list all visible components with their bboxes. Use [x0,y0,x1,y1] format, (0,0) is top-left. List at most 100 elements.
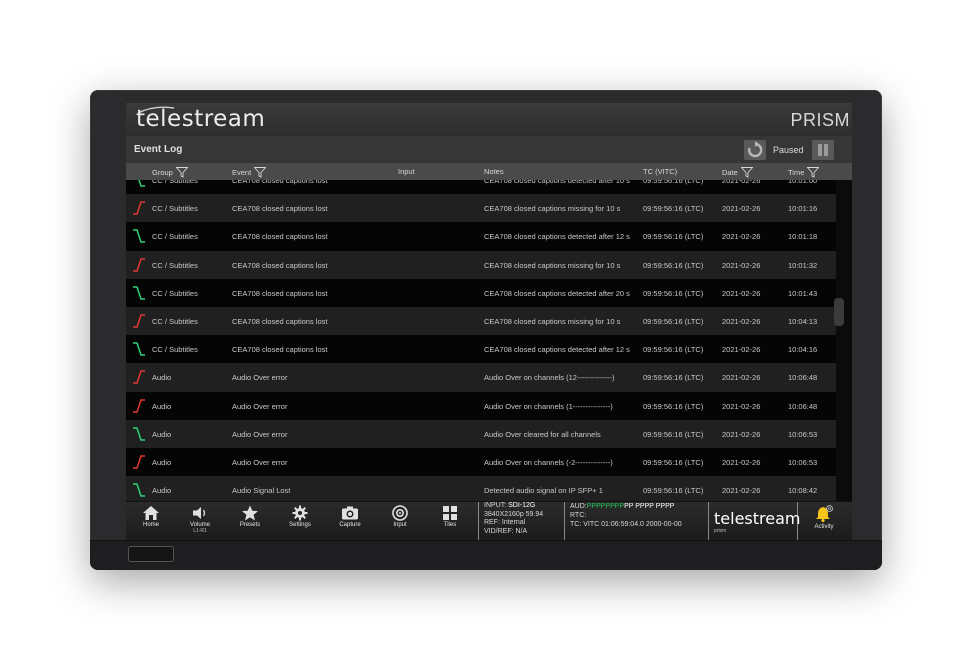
camera-icon [342,506,358,520]
event-cleared-icon [133,427,145,441]
audio-channels: PP PPPP PPPP [624,503,675,510]
volume-button[interactable]: Volume L1-R1 [178,505,222,541]
cell-date: 2021-02-26 [722,458,761,467]
cell-tc: 09:59:56:16 (LTC) [643,486,704,496]
cell-event: Audio Over error [232,429,288,439]
pause-icon [818,144,822,156]
table-row[interactable]: CC / Subtitles CEA708 closed captions los… [126,307,836,336]
refresh-button[interactable] [744,140,766,160]
table-row[interactable]: CC / Subtitles CEA708 closed captions los… [126,278,836,307]
home-button[interactable]: Home [129,505,173,541]
cell-group: CC / Subtitles [152,288,198,298]
capture-button[interactable]: Capture [328,505,372,541]
star-icon [242,505,258,521]
table-row[interactable]: CC / Subtitles CEA708 closed captions los… [126,180,836,195]
cell-time: 10:08:42 [788,486,818,496]
cell-time: 10:06:48 [788,373,818,383]
table-row[interactable]: Audio Audio Over error Audio Over cleared … [126,419,836,448]
column-event[interactable]: Event [232,167,267,178]
video-format: 3840X2160p 59.94 [484,510,544,518]
audio-tc-status-panel[interactable]: AUD:PPPPPPPPPP PPPP PPPP RTC: TC: VITC 0… [564,502,708,541]
event-raised-icon [133,257,145,272]
cell-event: Audio Over error [232,401,288,411]
gear-icon [292,505,308,521]
cell-notes: CEA708 closed captions detected after 12… [484,232,630,242]
cell-time: 10:06:48 [788,401,818,411]
cell-time: 10:01:00 [788,180,818,185]
cell-tc: 09:59:56:16 (LTC) [643,288,704,298]
bell-icon: 0 [816,505,833,523]
cell-event: CEA708 closed captions lost [232,204,328,214]
filter-icon[interactable] [253,167,267,178]
filter-icon[interactable] [175,167,189,178]
prism-device-frame: telestream PRISM Event Log Paused Group … [90,90,882,570]
cell-tc: 09:59:56:16 (LTC) [643,180,704,185]
cell-date: 2021-02-26 [722,232,761,242]
column-tc[interactable]: TC (VITC) [643,167,677,176]
filter-icon[interactable] [806,167,820,178]
speaker-icon [193,507,206,519]
cell-notes: Audio Over on channels (1---------------… [484,401,613,411]
cell-notes: CEA708 closed captions missing for 10 s [484,204,621,214]
column-date[interactable]: Date [722,167,754,178]
filter-icon[interactable] [740,167,754,178]
input-status-panel[interactable]: INPUT: SDI-12G 3840X2160p 59.94 REF: Int… [478,502,564,541]
event-raised-icon [133,314,145,328]
cell-date: 2021-02-26 [722,317,761,326]
cell-time: 10:06:53 [788,429,818,439]
input-button[interactable]: Input [378,505,422,541]
table-row[interactable]: CC / Subtitles CEA708 closed captions los… [126,194,836,223]
scrollbar-thumb[interactable] [834,298,844,326]
cell-time: 10:04:16 [788,345,818,355]
cell-tc: 09:59:56:16 (LTC) [643,260,704,270]
tiles-icon [443,506,457,520]
cell-event: CEA708 closed captions lost [232,180,328,185]
settings-button[interactable]: Settings [278,505,322,541]
column-input[interactable]: Input [398,167,415,176]
table-row[interactable]: Audio Audio Over error Audio Over on chann… [126,448,836,477]
telestream-logo: telestream prism [708,502,800,541]
table-row[interactable]: Audio Audio Over error Audio Over on chann… [126,391,836,420]
cell-time: 10:01:18 [788,232,818,242]
cell-date: 2021-02-26 [722,373,761,383]
table-row[interactable]: CC / Subtitles CEA708 closed captions los… [126,335,836,364]
tiles-button[interactable]: Tiles [428,505,472,541]
table-row[interactable]: Audio Audio Signal Lost Detected audio sig… [126,476,836,501]
device-power-button[interactable] [128,546,174,562]
table-row[interactable]: CC / Subtitles CEA708 closed captions los… [126,250,836,279]
cell-time: 10:04:13 [788,317,818,326]
table-row[interactable]: CC / Subtitles CEA708 closed captions los… [126,222,836,251]
vidref-status: VID/REF: N/A [484,527,528,535]
column-group[interactable]: Group [152,167,189,178]
cell-notes: Audio Over on channels (12--------------… [484,373,615,383]
event-cleared-icon [138,180,145,187]
event-cleared-icon [133,483,145,497]
product-name: PRISM [790,110,850,130]
activity-button[interactable]: 0 Activity [802,505,846,541]
cell-notes: CEA708 closed captions detected after 10… [484,180,630,185]
column-notes[interactable]: Notes [484,167,504,176]
cell-event: CEA708 closed captions lost [232,232,328,242]
input-source: SDI-12G [508,502,536,509]
pause-button[interactable] [812,140,834,160]
top-header: telestream PRISM [126,103,852,136]
cell-event: CEA708 closed captions lost [232,288,328,298]
table-row[interactable]: Audio Audio Over error Audio Over on chann… [126,363,836,392]
cell-group: CC / Subtitles [152,232,198,242]
cell-date: 2021-02-26 [722,288,761,298]
presets-button[interactable]: Presets [228,505,272,541]
cell-event: CEA708 closed captions lost [232,345,328,355]
cell-group: Audio [152,486,172,496]
cell-notes: Detected audio signal on IP SFP+ 1 [484,486,603,496]
event-cleared-icon [133,342,145,356]
event-raised-icon [133,398,145,413]
event-log-table[interactable]: CC / Subtitles CEA708 closed captions los… [126,180,852,501]
cell-tc: 09:59:56:16 (LTC) [643,429,704,439]
ref-status: REF: Internal [484,519,526,527]
cell-notes: Audio Over cleared for all channels [484,429,601,439]
cell-tc: 09:59:56:16 (LTC) [643,373,704,383]
refresh-icon [747,141,763,158]
table-header: Group Event Input Notes TC (VITC) Date T… [126,163,852,180]
event-raised-icon [133,201,145,215]
column-time[interactable]: Time [788,167,820,178]
